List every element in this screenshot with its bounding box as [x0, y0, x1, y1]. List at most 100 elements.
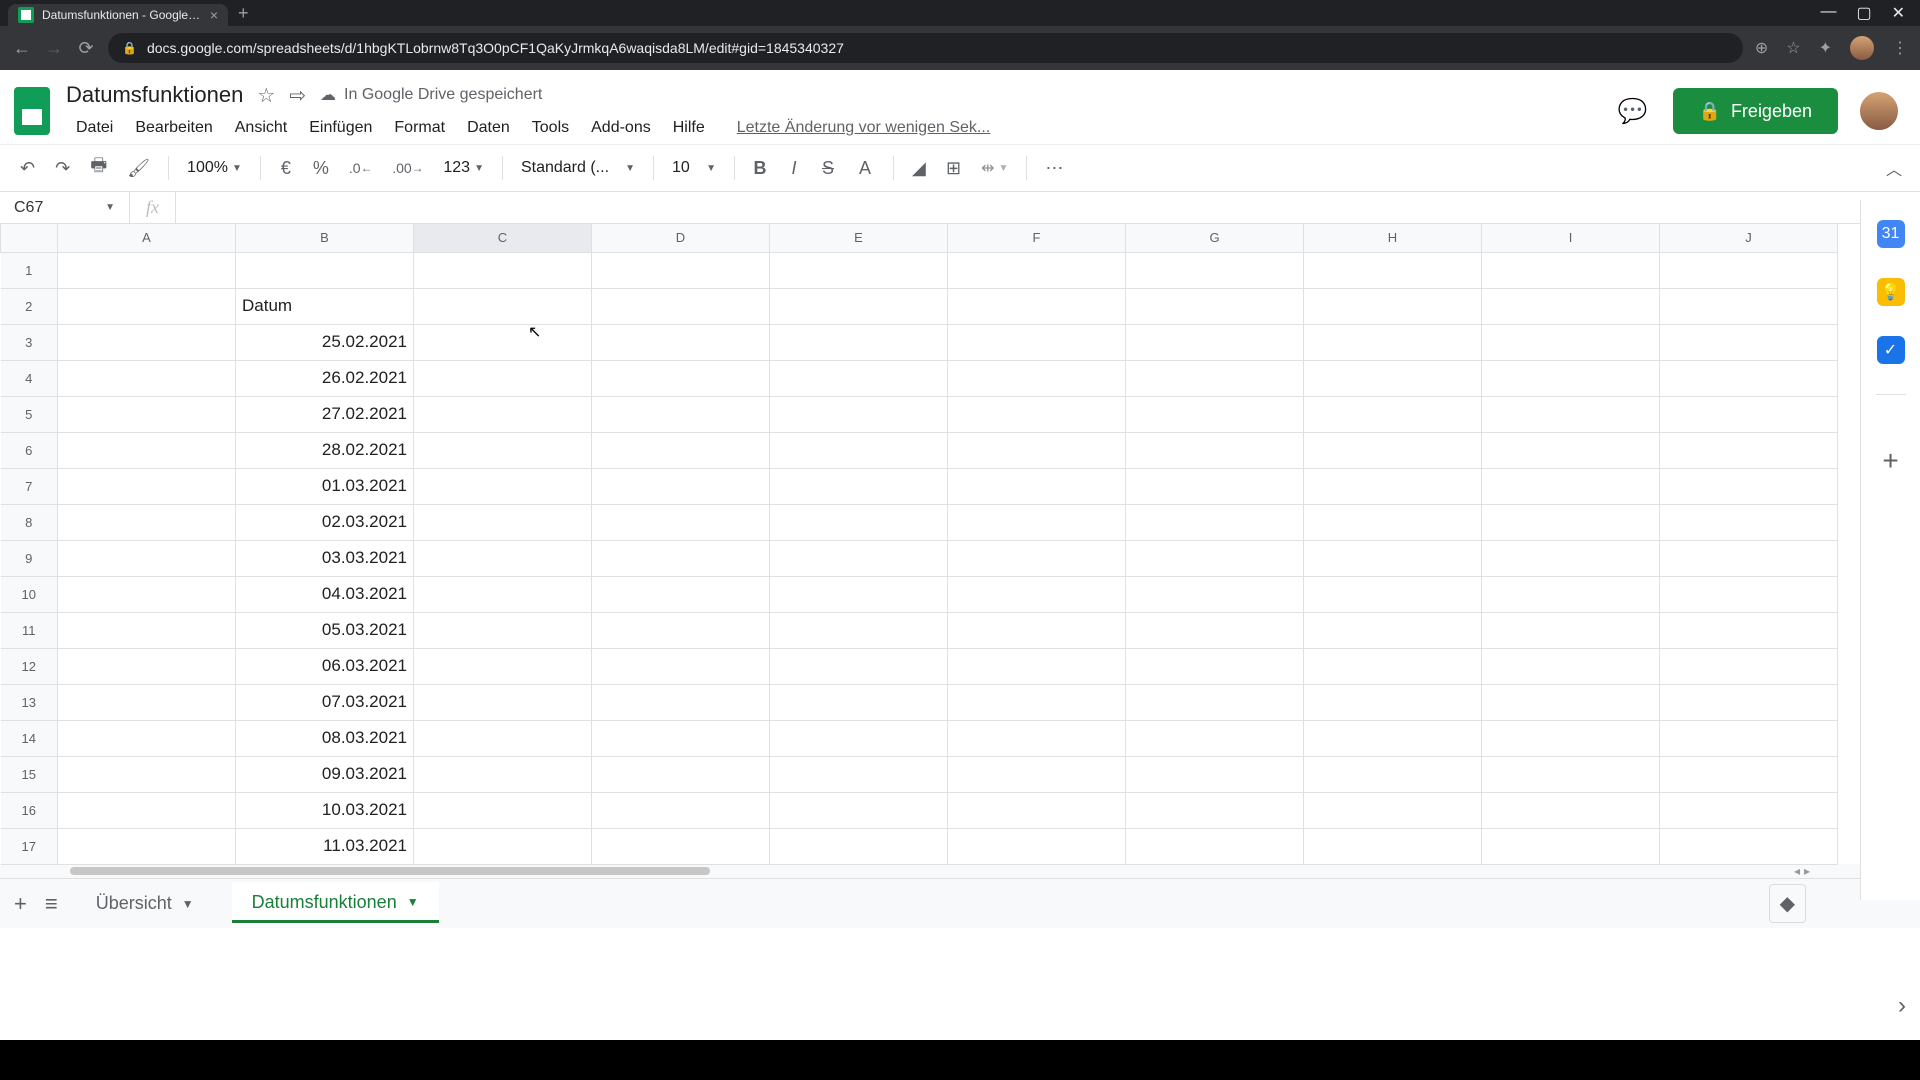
cell-G13[interactable] — [1126, 684, 1304, 720]
cell-D4[interactable] — [592, 360, 770, 396]
cell-C14[interactable] — [414, 720, 592, 756]
cell-H17[interactable] — [1304, 828, 1482, 864]
cell-H12[interactable] — [1304, 648, 1482, 684]
cell-F9[interactable] — [948, 540, 1126, 576]
all-sheets-icon[interactable]: ≡ — [45, 891, 58, 917]
add-addon-icon[interactable]: + — [1882, 445, 1898, 477]
percent-button[interactable]: % — [305, 152, 337, 184]
cell-G11[interactable] — [1126, 612, 1304, 648]
cell-B10[interactable]: 04.03.2021 — [236, 576, 414, 612]
tasks-icon[interactable]: ✓ — [1877, 336, 1905, 364]
cell-H11[interactable] — [1304, 612, 1482, 648]
cell-I7[interactable] — [1482, 468, 1660, 504]
cell-E16[interactable] — [770, 792, 948, 828]
fontsize-dropdown[interactable]: 10▼ — [664, 155, 724, 181]
cell-D5[interactable] — [592, 396, 770, 432]
cell-B17[interactable]: 11.03.2021 — [236, 828, 414, 864]
cell-D14[interactable] — [592, 720, 770, 756]
fill-color-icon[interactable]: ◢ — [904, 152, 934, 184]
row-header-10[interactable]: 10 — [1, 576, 58, 612]
cell-J17[interactable] — [1660, 828, 1838, 864]
cell-G12[interactable] — [1126, 648, 1304, 684]
row-header-7[interactable]: 7 — [1, 468, 58, 504]
cell-B12[interactable]: 06.03.2021 — [236, 648, 414, 684]
scroll-right-icon[interactable]: ▸ — [1804, 864, 1810, 878]
menu-tools[interactable]: Tools — [522, 115, 579, 141]
cell-G14[interactable] — [1126, 720, 1304, 756]
cell-C15[interactable] — [414, 756, 592, 792]
cell-C3[interactable] — [414, 324, 592, 360]
cell-A3[interactable] — [58, 324, 236, 360]
browser-menu-icon[interactable]: ⋮ — [1892, 38, 1908, 58]
cell-F16[interactable] — [948, 792, 1126, 828]
cell-C16[interactable] — [414, 792, 592, 828]
cell-C10[interactable] — [414, 576, 592, 612]
sheet-tab-datefunctions[interactable]: Datumsfunktionen ▼ — [232, 882, 439, 926]
bold-button[interactable]: B — [745, 152, 775, 184]
cell-D12[interactable] — [592, 648, 770, 684]
url-input[interactable]: 🔒 docs.google.com/spreadsheets/d/1hbgKTL… — [108, 33, 1743, 63]
cell-I2[interactable] — [1482, 288, 1660, 324]
cell-C1[interactable] — [414, 252, 592, 288]
row-header-15[interactable]: 15 — [1, 756, 58, 792]
undo-icon[interactable]: ↶ — [12, 152, 43, 184]
cell-A14[interactable] — [58, 720, 236, 756]
cell-E5[interactable] — [770, 396, 948, 432]
cell-A9[interactable] — [58, 540, 236, 576]
cell-G5[interactable] — [1126, 396, 1304, 432]
cell-I12[interactable] — [1482, 648, 1660, 684]
row-header-2[interactable]: 2 — [1, 288, 58, 324]
cell-A13[interactable] — [58, 684, 236, 720]
cell-F2[interactable] — [948, 288, 1126, 324]
cell-G3[interactable] — [1126, 324, 1304, 360]
cell-C2[interactable] — [414, 288, 592, 324]
cell-B1[interactable] — [236, 252, 414, 288]
cell-I9[interactable] — [1482, 540, 1660, 576]
col-header-A[interactable]: A — [58, 224, 236, 252]
cell-B7[interactable]: 01.03.2021 — [236, 468, 414, 504]
cell-D15[interactable] — [592, 756, 770, 792]
cell-H3[interactable] — [1304, 324, 1482, 360]
number-format-dropdown[interactable]: 123▼ — [435, 155, 492, 181]
cell-G2[interactable] — [1126, 288, 1304, 324]
col-header-G[interactable]: G — [1126, 224, 1304, 252]
forward-icon[interactable]: → — [44, 38, 64, 59]
row-header-13[interactable]: 13 — [1, 684, 58, 720]
cell-H15[interactable] — [1304, 756, 1482, 792]
spreadsheet-grid[interactable]: ABCDEFGHIJ12Datum325.02.2021426.02.20215… — [0, 224, 1920, 864]
cell-C5[interactable] — [414, 396, 592, 432]
cell-H4[interactable] — [1304, 360, 1482, 396]
strikethrough-button[interactable]: S — [813, 152, 843, 184]
move-folder-icon[interactable]: ⇨ — [289, 83, 306, 108]
extensions-icon[interactable]: ✦ — [1819, 38, 1832, 58]
cell-J3[interactable] — [1660, 324, 1838, 360]
col-header-H[interactable]: H — [1304, 224, 1482, 252]
cell-C17[interactable] — [414, 828, 592, 864]
cell-B14[interactable]: 08.03.2021 — [236, 720, 414, 756]
cell-A4[interactable] — [58, 360, 236, 396]
cell-H5[interactable] — [1304, 396, 1482, 432]
cell-G4[interactable] — [1126, 360, 1304, 396]
cell-E6[interactable] — [770, 432, 948, 468]
cell-I8[interactable] — [1482, 504, 1660, 540]
cell-F4[interactable] — [948, 360, 1126, 396]
cell-A17[interactable] — [58, 828, 236, 864]
currency-button[interactable]: € — [271, 152, 301, 184]
reload-icon[interactable]: ⟳ — [76, 38, 96, 59]
menu-file[interactable]: Datei — [66, 115, 123, 141]
minimize-icon[interactable]: — — [1820, 3, 1836, 23]
cell-C6[interactable] — [414, 432, 592, 468]
cell-F14[interactable] — [948, 720, 1126, 756]
cell-A7[interactable] — [58, 468, 236, 504]
cell-I17[interactable] — [1482, 828, 1660, 864]
sheets-logo-icon[interactable] — [10, 83, 54, 139]
back-icon[interactable]: ← — [12, 38, 32, 59]
row-header-5[interactable]: 5 — [1, 396, 58, 432]
maximize-icon[interactable]: ▢ — [1856, 3, 1871, 23]
cell-D7[interactable] — [592, 468, 770, 504]
cell-I15[interactable] — [1482, 756, 1660, 792]
cell-C8[interactable] — [414, 504, 592, 540]
cell-J11[interactable] — [1660, 612, 1838, 648]
cell-J16[interactable] — [1660, 792, 1838, 828]
cell-I16[interactable] — [1482, 792, 1660, 828]
